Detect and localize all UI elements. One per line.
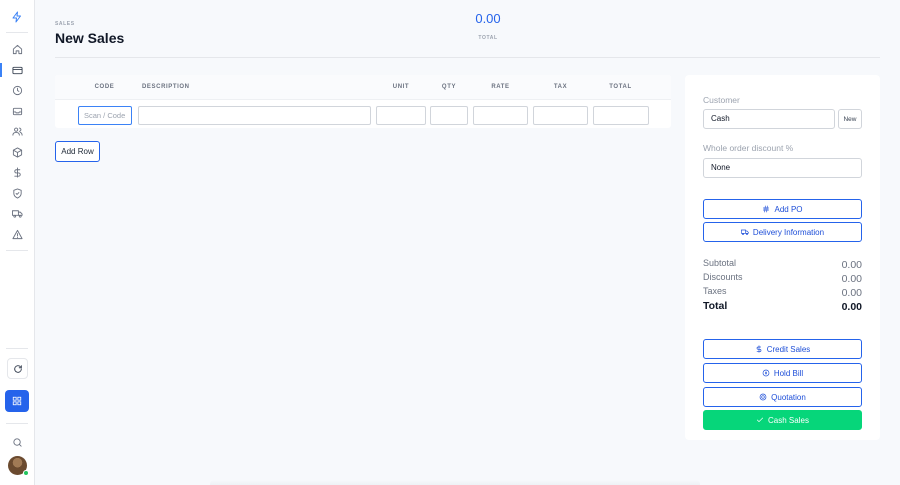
lightning-logo-icon[interactable] [8, 8, 26, 26]
add-po-label: Add PO [774, 204, 803, 214]
target-icon [759, 393, 767, 401]
customer-select[interactable]: Cash [703, 109, 835, 129]
tax-input[interactable] [533, 106, 588, 125]
discounts-row: Discounts 0.00 [703, 272, 862, 285]
add-po-button[interactable]: Add PO [703, 199, 862, 219]
box-icon[interactable] [8, 143, 26, 161]
subtotal-value: 0.00 [841, 259, 862, 271]
code-input[interactable] [78, 106, 132, 125]
cash-sales-label: Cash Sales [768, 415, 809, 425]
header-total-label: TOTAL [478, 35, 498, 41]
column-header-unit: UNIT [392, 84, 410, 90]
delivery-information-button[interactable]: Delivery Information [703, 222, 862, 242]
sidebar-divider [6, 32, 28, 33]
alert-triangle-icon[interactable] [8, 225, 26, 243]
shield-icon[interactable] [8, 184, 26, 202]
truck-icon [740, 229, 749, 235]
total-value: 0.00 [841, 301, 862, 313]
new-customer-button[interactable]: New [838, 109, 862, 129]
hold-bill-button[interactable]: Hold Bill [703, 363, 862, 383]
items-table: CODE DESCRIPTION UNIT QTY RATE TAX TOTAL [55, 75, 671, 128]
qty-input[interactable] [430, 106, 468, 125]
quotation-button[interactable]: Quotation [703, 387, 862, 407]
column-header-tax: TAX [553, 84, 568, 90]
discounts-label: Discounts [703, 272, 743, 282]
column-header-rate: RATE [491, 84, 510, 90]
discount-label: Whole order discount % [703, 143, 794, 153]
breadcrumb: SALES [55, 21, 75, 27]
column-header-description: DESCRIPTION [142, 84, 190, 90]
table-header: CODE DESCRIPTION UNIT QTY RATE TAX TOTAL [55, 75, 671, 100]
check-icon [757, 417, 764, 422]
total-input[interactable] [593, 106, 649, 125]
sidebar-divider [6, 348, 28, 349]
quotation-label: Quotation [771, 392, 806, 402]
sidebar [0, 0, 35, 485]
customer-label: Customer [703, 95, 740, 105]
clock-icon[interactable] [8, 81, 26, 99]
home-icon[interactable] [8, 40, 26, 58]
credit-sales-label: Credit Sales [766, 344, 811, 354]
sidebar-divider [6, 423, 28, 424]
online-status-dot [23, 470, 29, 476]
subtotal-label: Subtotal [703, 258, 737, 268]
cash-sales-button[interactable]: Cash Sales [703, 410, 862, 430]
order-summary-panel: Customer Cash New Whole order discount %… [685, 75, 880, 440]
hash-icon [763, 205, 770, 213]
total-row: Total 0.00 [703, 300, 862, 313]
description-input[interactable] [138, 106, 371, 125]
pause-circle-icon [762, 369, 770, 377]
add-row-button[interactable]: Add Row [55, 141, 100, 162]
bottom-edge-shadow [210, 480, 700, 485]
delivery-information-label: Delivery Information [752, 227, 825, 237]
rate-input[interactable] [473, 106, 528, 125]
inbox-icon[interactable] [8, 102, 26, 120]
taxes-value: 0.00 [841, 287, 862, 299]
taxes-label: Taxes [703, 286, 727, 296]
users-icon[interactable] [8, 122, 26, 140]
subtotal-row: Subtotal 0.00 [703, 258, 862, 271]
dollar-icon [756, 345, 761, 353]
sidebar-divider [6, 250, 28, 251]
avatar[interactable] [8, 456, 29, 476]
header-total-value: 0.00 [475, 11, 501, 26]
unit-input[interactable] [376, 106, 426, 125]
refresh-button[interactable] [7, 358, 28, 379]
truck-icon[interactable] [8, 204, 26, 222]
discount-select[interactable]: None [703, 158, 862, 178]
taxes-row: Taxes 0.00 [703, 286, 862, 299]
column-header-code: CODE [94, 84, 115, 90]
hold-bill-label: Hold Bill [773, 368, 804, 378]
credit-sales-button[interactable]: Credit Sales [703, 339, 862, 359]
column-header-qty: QTY [441, 84, 457, 90]
credit-card-icon[interactable] [8, 61, 26, 79]
dollar-icon[interactable] [8, 163, 26, 181]
apps-grid-button[interactable] [5, 390, 29, 412]
header-divider [55, 57, 880, 58]
active-indicator [0, 63, 2, 77]
page-title: New Sales [55, 30, 125, 46]
column-header-total: TOTAL [609, 84, 632, 90]
discounts-value: 0.00 [841, 273, 862, 285]
grid-icon [12, 396, 22, 406]
refresh-icon [13, 364, 22, 373]
total-label: Total [703, 300, 728, 312]
search-icon[interactable] [8, 433, 26, 451]
